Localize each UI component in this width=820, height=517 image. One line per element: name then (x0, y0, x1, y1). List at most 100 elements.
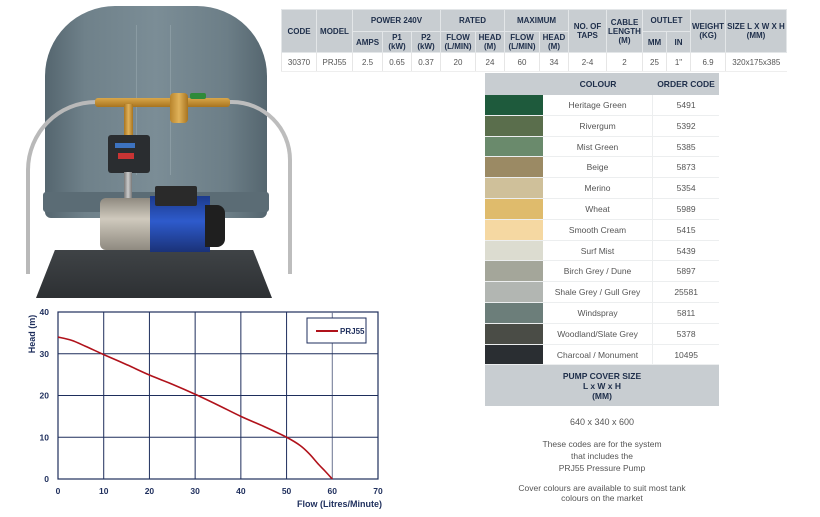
right-hose (222, 100, 292, 274)
order-code: 10495 (674, 349, 698, 360)
x-tick-label: 0 (56, 486, 61, 496)
header-rated: RATED (440, 9, 505, 32)
colours-note-line: Cover colours are available to suit most… (518, 483, 686, 494)
colour-row: Beige 5873 (485, 157, 719, 179)
colour-swatch (485, 261, 543, 282)
header-rated-head: HEAD (M) (475, 31, 505, 53)
colour-swatch (485, 178, 543, 198)
valve (170, 93, 188, 123)
colour-row: Rivergum 5392 (485, 115, 719, 137)
header-max-head: HEAD (M) (539, 31, 569, 53)
header-rated-flow: FLOW (L/MIN) (440, 31, 476, 53)
cell-outlet-mm: 25 (642, 52, 667, 72)
colours-note-line: colours on the market (561, 493, 643, 504)
pump-outlet (124, 172, 132, 200)
order-code: 5491 (676, 100, 696, 110)
brass-manifold (95, 98, 230, 107)
cell-model: PRJ55 (316, 52, 353, 72)
header-code: CODE (281, 9, 317, 53)
header-weight: WEIGHT (KG) (690, 9, 726, 53)
pump-housing (100, 198, 150, 250)
colour-row: Charcoal / Monument 10495 (485, 344, 719, 366)
colour-table: COLOUR ORDER CODE Heritage Green 5491 Rive… (485, 73, 719, 503)
colour-row: Smooth Cream 5415 (485, 219, 719, 241)
spec-row: 30370 PRJ55 2.5 0.65 0.37 20 24 60 34 2-… (281, 52, 787, 72)
order-code: 25581 (674, 287, 698, 298)
cell-cable: 2 (606, 52, 643, 72)
order-code: 5873 (676, 162, 696, 173)
header-outlet-in: IN (666, 31, 691, 53)
pump-base (36, 250, 272, 298)
colour-row: Mist Green 5385 (485, 136, 719, 158)
cell-p1: 0.65 (382, 52, 412, 72)
colour-swatch (485, 157, 543, 178)
system-note-line: These codes are for the system (542, 439, 662, 450)
colour-swatch (485, 198, 543, 219)
colour-row: Birch Grey / Dune 5897 (485, 261, 719, 283)
colour-name: Charcoal / Monument (543, 344, 654, 365)
header-p2: P2 (kW) (411, 31, 441, 53)
colour-swatch (485, 115, 543, 136)
x-tick-label: 70 (373, 486, 383, 496)
order-code: 5897 (676, 266, 696, 277)
colour-row: Woodland/Slate Grey 5378 (485, 323, 719, 345)
colour-table-header: COLOUR ORDER CODE (485, 73, 719, 95)
pump-cover-size-value: 640 x 340 x 600 (569, 417, 635, 428)
product-photo (0, 0, 292, 300)
colour-header: COLOUR (579, 79, 617, 89)
colour-row: Merino 5354 (485, 178, 719, 199)
colour-rows: Heritage Green 5491 Rivergum 5392 Mist Green… (485, 95, 719, 366)
colour-swatch (485, 240, 543, 261)
y-tick-label: 10 (40, 432, 50, 442)
colour-name: Surf Mist (543, 240, 654, 261)
header-size: SIZE L X W X H (MM) (725, 9, 787, 53)
colour-swatch (485, 323, 543, 344)
cell-code: 30370 (281, 52, 317, 72)
header-p1: P1 (kW) (382, 31, 412, 53)
colour-row: Surf Mist 5439 (485, 240, 719, 262)
colour-swatch (485, 136, 543, 157)
pump-curve-chart: 0 10 20 30 40 50 60 70 0 10 20 30 40 Head (m) Flow (… (27, 307, 383, 509)
valve-handle (190, 93, 206, 99)
cell-outlet-in: 1" (666, 52, 691, 72)
motor-fan-cover (205, 205, 225, 247)
colour-row: Heritage Green 5491 (485, 95, 719, 116)
controller-label (115, 143, 135, 148)
spec-table: CODE MODEL POWER 240V RATED MAXIMUM NO. … (281, 9, 787, 72)
header-taps: NO. OF TAPS (568, 9, 607, 53)
header-cable: CABLE LENGTH (M) (606, 9, 643, 53)
x-tick-label: 20 (145, 486, 155, 496)
system-note-line: PRJ55 Pressure Pump (558, 463, 646, 474)
legend-label-prj55: PRJ55 (340, 327, 365, 336)
cell-max-head: 34 (539, 52, 569, 72)
x-tick-label: 10 (99, 486, 109, 496)
x-tick-label: 60 (328, 486, 338, 496)
colour-row: Shale Grey / Gull Grey 25581 (485, 282, 719, 303)
colour-swatch (485, 282, 543, 302)
cover-size-title: PUMP COVER SIZE (562, 371, 642, 382)
colour-name: Beige (543, 157, 654, 178)
header-model: MODEL (316, 9, 353, 53)
colour-name: Merino (543, 178, 654, 198)
terminal-box (155, 186, 197, 206)
tee-fitting (124, 104, 133, 136)
header-amps: AMPS (352, 31, 383, 53)
y-axis-label: Head (m) (27, 315, 37, 354)
colour-name: Smooth Cream (543, 219, 654, 240)
cell-max-flow: 60 (504, 52, 540, 72)
order-code: 5989 (676, 203, 696, 214)
controller-indicator (118, 153, 134, 159)
header-outlet-mm: MM (642, 31, 667, 53)
colour-swatch (485, 95, 543, 115)
colour-name: Mist Green (543, 136, 654, 157)
x-axis-label: Flow (Litres/Minute) (297, 499, 382, 509)
order-code: 5415 (676, 224, 696, 235)
colour-swatch (485, 302, 543, 323)
y-tick-label: 30 (40, 349, 50, 359)
swatch-header (485, 73, 543, 95)
order-code: 5378 (676, 328, 696, 339)
header-maximum: MAXIMUM (504, 9, 569, 32)
colour-name: Birch Grey / Dune (543, 261, 654, 282)
cover-size-dims: L x W x H (582, 381, 622, 392)
order-code-header: ORDER CODE (657, 79, 715, 89)
